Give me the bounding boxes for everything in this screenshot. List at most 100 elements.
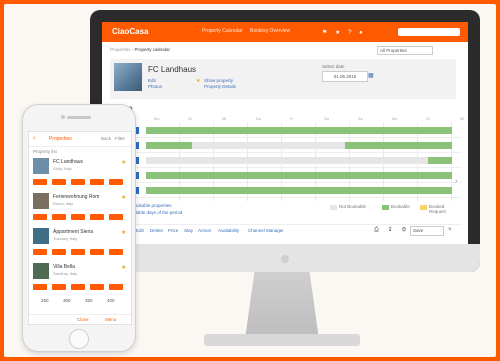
price-row: 250 300 350 400: [33, 298, 127, 306]
nav-bookings[interactable]: Booking Overview: [250, 28, 290, 34]
calendar-column-header: Fr: [290, 116, 294, 121]
star-icon[interactable]: ★: [121, 194, 126, 201]
calendar-column-header: Mo: [154, 116, 160, 121]
topbar-icons[interactable]: ⚑ ★ ? ●: [322, 29, 366, 36]
tag-chip[interactable]: [33, 284, 47, 290]
legend-key-not-bookable: [330, 205, 337, 210]
star-icon: ★: [196, 78, 201, 84]
calendar-legend: Show only bookable properties Show unava…: [110, 203, 462, 219]
toolbar-channel-manager[interactable]: Channel Manager: [248, 228, 284, 233]
property-name: FC Landhaus: [148, 65, 197, 74]
monitor: CiaoCasa Property Calendar Booking Overv…: [90, 10, 480, 272]
tag-chip[interactable]: [90, 249, 104, 255]
availability-bar[interactable]: [146, 172, 452, 179]
card-tags: [33, 179, 127, 185]
close-icon[interactable]: ×: [448, 227, 452, 233]
availability-bar[interactable]: [146, 127, 452, 134]
price-value[interactable]: 400: [107, 298, 115, 303]
phone-screen: ‹ Properties Back Filter Property list F…: [28, 131, 132, 325]
tag-chip[interactable]: [90, 179, 104, 185]
nav-calendar[interactable]: Property Calendar: [202, 28, 243, 34]
property-thumbnail[interactable]: [33, 228, 49, 244]
toolbar-availability[interactable]: Availability: [218, 228, 239, 233]
property-thumbnail[interactable]: [33, 193, 49, 209]
availability-bar[interactable]: [146, 157, 452, 164]
tag-chip[interactable]: [52, 249, 66, 255]
tag-chip[interactable]: [33, 249, 47, 255]
calendar-column-header: Mi: [460, 116, 465, 121]
price-value[interactable]: 250: [41, 298, 49, 303]
availability-bar[interactable]: [146, 142, 452, 149]
menu-button[interactable]: Menu: [105, 317, 116, 322]
property-link-show[interactable]: Show property: [204, 78, 233, 83]
chevron-right-icon[interactable]: ›: [455, 178, 457, 185]
toolbar-delete[interactable]: Delete: [150, 228, 163, 233]
monitor-screen: CiaoCasa Property Calendar Booking Overv…: [102, 22, 468, 244]
property-card[interactable]: Villa Bella Sardinia, Italy ★: [33, 263, 127, 297]
star-icon[interactable]: ★: [121, 264, 126, 271]
toolbar-icons[interactable]: ⎙ ⇪ ⚙: [374, 227, 410, 234]
tag-chip[interactable]: [71, 214, 85, 220]
calendar-column-header: Mi: [222, 116, 227, 121]
price-value[interactable]: 350: [85, 298, 93, 303]
property-thumbnail[interactable]: [33, 263, 49, 279]
brand-logo[interactable]: CiaoCasa: [112, 27, 148, 36]
phone-bottom-bar: Close Menu: [29, 314, 131, 324]
calendar-icon[interactable]: ▦: [368, 72, 374, 79]
property-link-details[interactable]: Property Details: [204, 84, 236, 89]
tag-chip[interactable]: [52, 214, 66, 220]
save-select[interactable]: Save: [410, 226, 444, 236]
search-input[interactable]: [398, 28, 460, 36]
card-name: Appartment Siena: [53, 229, 94, 235]
property-card[interactable]: Ferienwohnung Rom Rome, Italy ★: [33, 193, 127, 227]
date-field[interactable]: 01.05.2016: [322, 71, 368, 82]
close-button[interactable]: Close: [77, 317, 89, 322]
toolbar-edit[interactable]: Edit: [136, 228, 144, 233]
phone-link-back[interactable]: Back: [101, 136, 111, 141]
card-meta: Tuscany, Italy: [53, 236, 78, 241]
card-meta: Rome, Italy: [53, 201, 74, 206]
property-thumbnail[interactable]: [114, 63, 142, 91]
card-tags: [33, 214, 127, 220]
property-thumbnail[interactable]: [33, 158, 49, 174]
tag-chip[interactable]: [33, 179, 47, 185]
tag-chip[interactable]: [90, 214, 104, 220]
tag-chip[interactable]: [109, 284, 123, 290]
tag-chip[interactable]: [52, 179, 66, 185]
toolbar-arrival[interactable]: Arrival: [198, 228, 211, 233]
tag-chip[interactable]: [33, 214, 47, 220]
legend-label-not-bookable: Not Bookable: [339, 204, 367, 209]
property-link-photos[interactable]: Photos: [148, 84, 162, 89]
card-tags: [33, 249, 127, 255]
tag-chip[interactable]: [71, 284, 85, 290]
availability-bar[interactable]: [146, 187, 452, 194]
blocked-segment[interactable]: [146, 157, 428, 164]
tag-chip[interactable]: [71, 179, 85, 185]
price-value[interactable]: 300: [63, 298, 71, 303]
toolbar-stay[interactable]: Stay: [184, 228, 193, 233]
legend-label-booked: Booked Request: [429, 204, 446, 214]
card-meta: Sardinia, Italy: [53, 271, 78, 276]
tag-chip[interactable]: [109, 249, 123, 255]
tag-chip[interactable]: [71, 249, 85, 255]
tag-chip[interactable]: [52, 284, 66, 290]
property-select[interactable]: All Properties: [377, 46, 433, 55]
blocked-segment[interactable]: [191, 142, 345, 149]
star-icon[interactable]: ★: [121, 229, 126, 236]
property-card[interactable]: FC Landhaus Sicily, Italy ★: [33, 158, 127, 192]
home-button[interactable]: [69, 329, 89, 349]
tag-chip[interactable]: [109, 179, 123, 185]
back-arrow-icon[interactable]: ‹: [33, 135, 35, 142]
property-card[interactable]: Appartment Siena Tuscany, Italy ★: [33, 228, 127, 262]
star-icon[interactable]: ★: [121, 159, 126, 166]
calendar-row: Mi 3: [110, 155, 462, 168]
phone-title: Properties: [49, 136, 72, 142]
phone-link-filter[interactable]: Filter: [115, 136, 125, 141]
calendar-grid: Mo Di Mi Do Fr Sa So Mo Di Mi Mo 1 Di 2 Mi 3 Do 4 Fr …: [110, 115, 465, 201]
breadcrumb-item[interactable]: Properties: [110, 47, 131, 52]
tag-chip[interactable]: [90, 284, 104, 290]
toolbar-price[interactable]: Price: [168, 228, 178, 233]
property-link-edit[interactable]: Edit: [148, 78, 156, 83]
calendar-column-header: Do: [256, 116, 262, 121]
tag-chip[interactable]: [109, 214, 123, 220]
